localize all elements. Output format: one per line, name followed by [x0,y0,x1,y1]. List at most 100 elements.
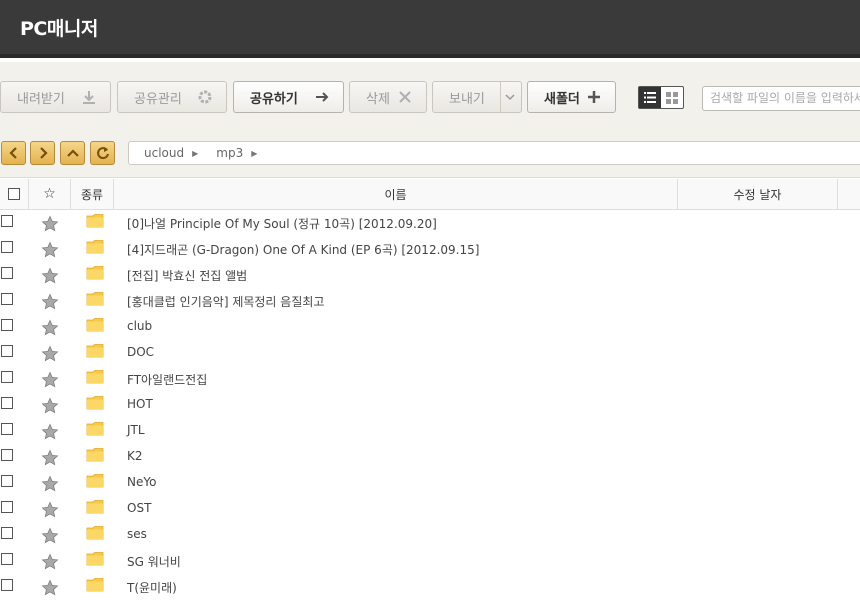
table-row[interactable]: club [0,314,860,340]
table-row[interactable]: [0]나얼 Principle Of My Soul (정규 10곡) [201… [0,210,860,236]
file-name[interactable]: SG 워너비 [127,553,181,570]
file-name[interactable]: ses [127,527,147,541]
close-icon [396,88,414,106]
delete-button[interactable]: 삭제 [349,81,427,113]
star-icon[interactable] [41,449,59,471]
file-name[interactable]: OST [127,501,151,515]
star-icon[interactable] [41,241,59,263]
star-icon[interactable] [41,501,59,523]
plus-icon [585,88,603,106]
table-row[interactable]: T(윤미래) [0,574,860,600]
star-icon[interactable] [41,215,59,237]
breadcrumb-item-mp3[interactable]: mp3 [216,146,243,160]
star-icon[interactable] [41,527,59,549]
table-row[interactable]: DOC [0,340,860,366]
app-title: PC매니저 [20,18,98,40]
back-button[interactable] [1,141,26,165]
star-icon[interactable] [41,475,59,497]
new-folder-button[interactable]: 새폴더 [527,81,616,113]
up-button[interactable] [60,141,85,165]
download-icon [80,88,98,106]
file-name[interactable]: HOT [127,397,153,411]
row-checkbox[interactable] [1,553,13,565]
row-checkbox[interactable] [1,371,13,383]
chevron-down-icon[interactable] [503,88,517,106]
grid-view-icon[interactable] [661,87,683,108]
table-row[interactable]: NeYo [0,470,860,496]
type-header[interactable]: 종류 [71,179,114,209]
gear-icon [196,88,214,106]
star-icon[interactable] [41,371,59,393]
folder-icon [86,421,104,440]
table-row[interactable]: [4]지드래곤 (G-Dragon) One Of A Kind (EP 6곡)… [0,236,860,262]
row-checkbox[interactable] [1,449,13,461]
star-icon[interactable] [41,553,59,575]
search-input[interactable]: 검색할 파일의 이름을 입력하세요 [702,86,860,111]
name-header[interactable]: 이름 [114,179,678,209]
table-row[interactable]: OST [0,496,860,522]
view-toggle [638,86,684,109]
share-manage-button[interactable]: 공유관리 [117,81,227,113]
file-name[interactable]: [0]나얼 Principle Of My Soul (정규 10곡) [201… [127,215,437,232]
star-icon[interactable] [41,423,59,445]
star-icon[interactable] [41,293,59,315]
breadcrumb-item-ucloud[interactable]: ucloud [144,146,184,160]
breadcrumb-arrow-icon: ▶ [192,148,199,158]
star-icon[interactable] [41,319,59,341]
star-header[interactable]: ☆ [29,179,71,209]
send-button[interactable]: 보내기 [432,81,522,113]
table-row[interactable]: FT아일랜드전집 [0,366,860,392]
file-name[interactable]: [전집] 박효신 전집 앨범 [127,267,247,284]
row-checkbox[interactable] [1,423,13,435]
table-row[interactable]: SG 워너비 [0,548,860,574]
table-row[interactable]: ses [0,522,860,548]
star-icon[interactable] [41,345,59,367]
row-checkbox[interactable] [1,579,13,591]
star-icon[interactable] [41,267,59,289]
row-checkbox[interactable] [1,475,13,487]
folder-icon [86,239,104,258]
row-checkbox[interactable] [1,267,13,279]
folder-icon [86,473,104,492]
row-checkbox[interactable] [1,527,13,539]
file-name[interactable]: DOC [127,345,154,359]
table-row[interactable]: JTL [0,418,860,444]
row-checkbox[interactable] [1,215,13,227]
file-name[interactable]: FT아일랜드전집 [127,371,207,388]
file-name[interactable]: T(윤미래) [127,579,177,596]
folder-icon [86,317,104,336]
table-row[interactable]: [홍대클럽 인기음악] 제목정리 음질최고 [0,288,860,314]
folder-icon [86,447,104,466]
file-name[interactable]: NeYo [127,475,156,489]
file-name[interactable]: K2 [127,449,143,463]
download-button[interactable]: 내려받기 [0,81,111,113]
refresh-button[interactable] [90,141,115,165]
star-icon[interactable] [41,397,59,419]
new-folder-label: 새폴더 [544,91,580,107]
row-checkbox[interactable] [1,293,13,305]
table-row[interactable]: HOT [0,392,860,418]
row-checkbox[interactable] [1,241,13,253]
refresh-icon [96,147,109,160]
file-name[interactable]: [4]지드래곤 (G-Dragon) One Of A Kind (EP 6곡)… [127,241,479,258]
modified-header[interactable]: 수정 날자 [678,179,838,209]
star-icon[interactable] [41,579,59,601]
chevron-left-icon [8,147,17,159]
file-name[interactable]: club [127,319,152,333]
row-checkbox[interactable] [1,319,13,331]
row-checkbox[interactable] [1,501,13,513]
download-label: 내려받기 [17,91,65,107]
folder-icon [86,395,104,414]
select-all-checkbox[interactable] [8,188,20,200]
table-row[interactable]: [전집] 박효신 전집 앨범 [0,262,860,288]
forward-button[interactable] [30,141,55,165]
list-view-icon[interactable] [639,87,661,108]
file-name[interactable]: [홍대클럽 인기음악] 제목정리 음질최고 [127,293,324,310]
share-button[interactable]: 공유하기 [233,81,344,113]
table-row[interactable]: K2 [0,444,860,470]
row-checkbox[interactable] [1,345,13,357]
folder-icon [86,577,104,596]
file-name[interactable]: JTL [127,423,145,437]
row-checkbox[interactable] [1,397,13,409]
folder-icon [86,291,104,310]
